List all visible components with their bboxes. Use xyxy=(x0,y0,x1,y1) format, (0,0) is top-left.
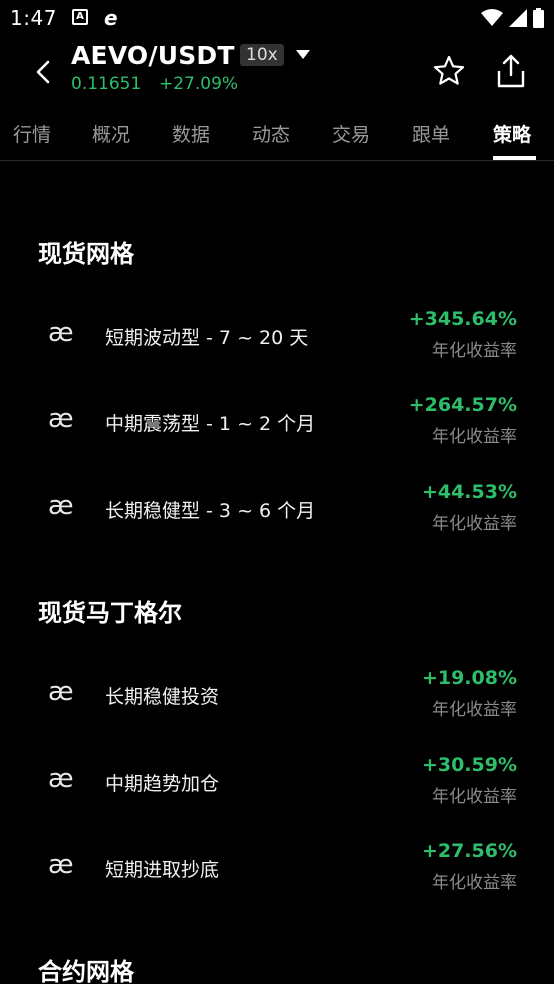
tab-bar: 行情 概况 数据 动态 交易 跟单 策略 xyxy=(0,106,554,161)
strategy-name: 短期波动型 - 7 ~ 20 天 xyxy=(105,327,309,349)
status-bar: 1:47 A e xyxy=(0,0,554,36)
tab-copy-trade[interactable]: 跟单 xyxy=(412,120,450,147)
annualized-return-label: 年化收益率 xyxy=(432,427,517,447)
strategy-name: 长期稳健投资 xyxy=(105,686,220,708)
annualized-return: +27.56% xyxy=(421,840,517,862)
strategy-name: 短期进取抄底 xyxy=(105,859,220,881)
aevo-logo-icon: æ xyxy=(48,404,74,434)
strategy-name: 中期震荡型 - 1 ~ 2 个月 xyxy=(105,413,316,435)
active-tab-indicator xyxy=(493,156,536,160)
annualized-return: +345.64% xyxy=(408,308,517,330)
strategy-row[interactable]: æ 短期进取抄底 +27.56% 年化收益率 xyxy=(0,838,554,908)
leverage-badge[interactable]: 10x xyxy=(240,44,284,66)
tab-strategy[interactable]: 策略 xyxy=(493,120,531,147)
strategy-row[interactable]: æ 短期波动型 - 7 ~ 20 天 +345.64% 年化收益率 xyxy=(0,306,554,376)
section-title-spot-grid: 现货网格 xyxy=(38,240,134,268)
section-title-futures-grid: 合约网格 xyxy=(38,958,134,984)
strategy-row[interactable]: æ 长期稳健投资 +19.08% 年化收益率 xyxy=(0,665,554,735)
last-price: 0.11651 xyxy=(71,74,142,94)
aevo-logo-icon: æ xyxy=(48,318,74,348)
section-title-spot-martingale: 现货马丁格尔 xyxy=(38,599,182,627)
status-time: 1:47 xyxy=(10,6,57,30)
annualized-return-label: 年化收益率 xyxy=(432,787,517,807)
strategy-name: 中期趋势加仓 xyxy=(105,773,220,795)
browser-notification-icon: e xyxy=(104,6,118,30)
annualized-return-label: 年化收益率 xyxy=(432,700,517,720)
annualized-return: +264.57% xyxy=(408,394,517,416)
strategy-row[interactable]: æ 长期稳健型 - 3 ~ 6 个月 +44.53% 年化收益率 xyxy=(0,479,554,549)
signal-icon xyxy=(509,9,527,27)
aevo-logo-icon: æ xyxy=(48,491,74,521)
app-notification-icon: A xyxy=(72,9,88,25)
annualized-return-label: 年化收益率 xyxy=(432,873,517,893)
annualized-return-label: 年化收益率 xyxy=(432,514,517,534)
share-icon[interactable] xyxy=(494,53,528,89)
aevo-logo-icon: æ xyxy=(48,677,74,707)
strategy-row[interactable]: æ 中期趋势加仓 +30.59% 年化收益率 xyxy=(0,752,554,822)
price-change: +27.09% xyxy=(159,74,239,94)
annualized-return: +30.59% xyxy=(421,754,517,776)
tab-data[interactable]: 数据 xyxy=(172,120,210,147)
tab-overview[interactable]: 概况 xyxy=(92,120,130,147)
annualized-return: +44.53% xyxy=(421,481,517,503)
pair-header: AEVO/USDT 10x 0.11651 +27.09% xyxy=(0,36,554,106)
wifi-icon xyxy=(481,9,503,26)
aevo-logo-icon: æ xyxy=(48,850,74,880)
annualized-return-label: 年化收益率 xyxy=(432,341,517,361)
aevo-logo-icon: æ xyxy=(48,764,74,794)
tab-trade[interactable]: 交易 xyxy=(332,120,370,147)
caret-down-icon[interactable] xyxy=(296,50,310,59)
status-indicators xyxy=(481,8,544,28)
strategy-row[interactable]: æ 中期震荡型 - 1 ~ 2 个月 +264.57% 年化收益率 xyxy=(0,392,554,462)
battery-icon xyxy=(533,8,544,28)
tab-news[interactable]: 动态 xyxy=(252,120,290,147)
strategy-name: 长期稳健型 - 3 ~ 6 个月 xyxy=(105,500,316,522)
pair-title[interactable]: AEVO/USDT xyxy=(71,41,235,70)
tab-market[interactable]: 行情 xyxy=(13,120,51,147)
back-button[interactable] xyxy=(30,56,58,88)
favorite-star-icon[interactable] xyxy=(432,54,466,88)
annualized-return: +19.08% xyxy=(421,667,517,689)
